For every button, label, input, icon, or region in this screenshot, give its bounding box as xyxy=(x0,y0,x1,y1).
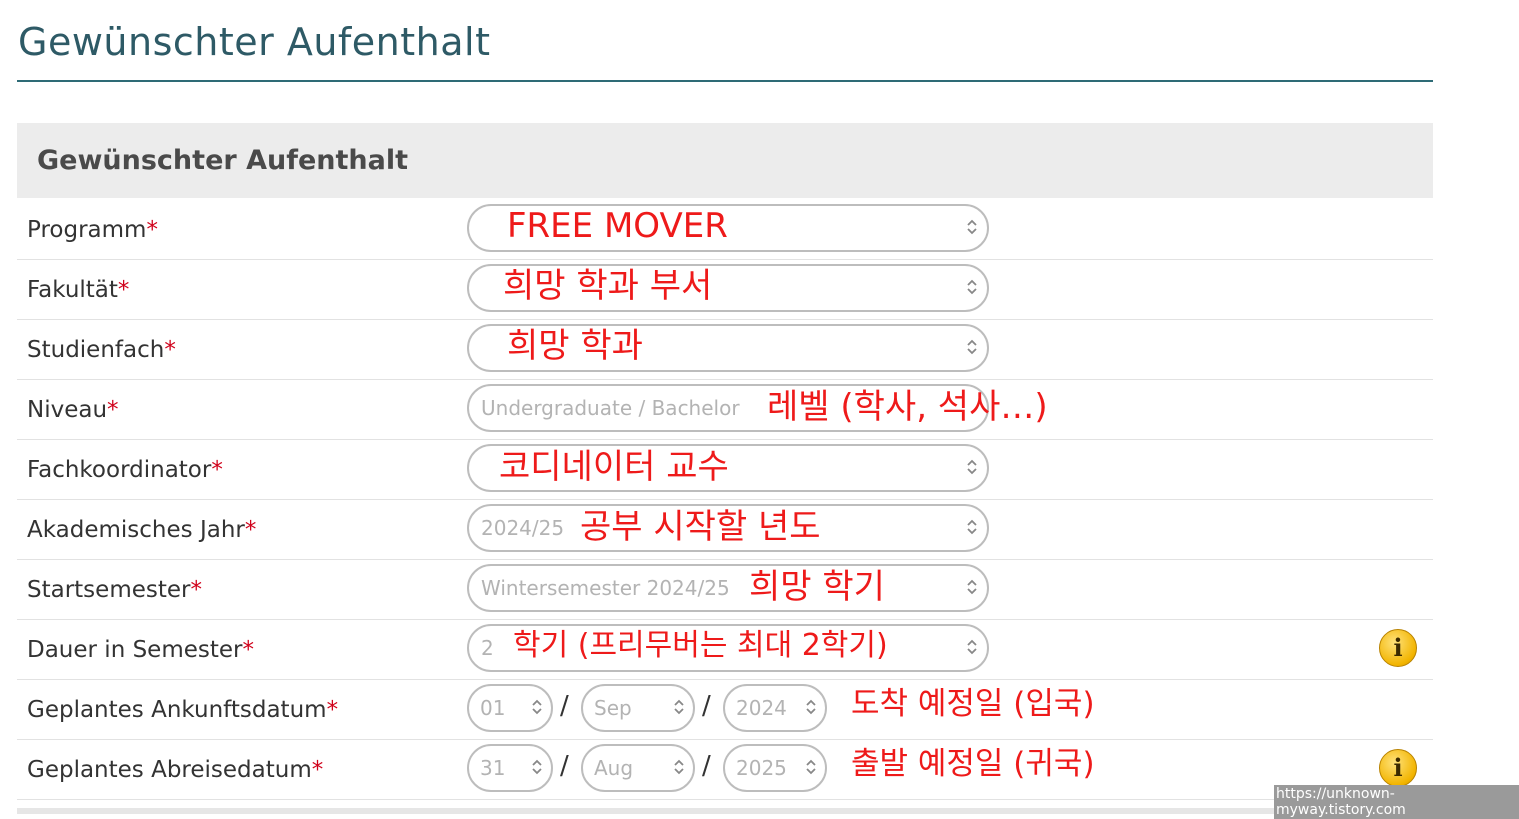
jahr-label: Akademisches Jahr* xyxy=(27,517,257,543)
annotation-abreise: 출발 예정일 (귀국) xyxy=(851,746,1095,782)
dauer-label: Dauer in Semester* xyxy=(27,637,254,663)
updown-chevron-icon xyxy=(967,279,977,295)
title-divider xyxy=(17,80,1433,82)
studienfach-label: Studienfach* xyxy=(27,337,176,363)
required-marker: * xyxy=(190,577,202,603)
updown-chevron-icon xyxy=(967,639,977,655)
section-footer xyxy=(17,808,1433,814)
annotation-studienfach: 희망 학과 xyxy=(507,326,643,366)
date-separator: / xyxy=(560,691,569,721)
date-separator: / xyxy=(702,751,711,781)
startsemester-value: Wintersemester 2024/25 xyxy=(481,576,730,600)
programm-label: Programm* xyxy=(27,217,158,243)
abreise-month-value: Aug xyxy=(594,756,634,780)
ankunft-month-select[interactable]: Sep xyxy=(581,684,695,732)
updown-chevron-icon xyxy=(967,579,977,595)
date-separator: / xyxy=(560,751,569,781)
required-marker: * xyxy=(244,517,257,543)
annotation-niveau: 레벨 (학사, 석사…) xyxy=(767,387,1048,427)
required-marker: * xyxy=(164,337,176,363)
required-marker: * xyxy=(107,397,119,423)
required-marker: * xyxy=(211,457,223,483)
annotation-programm: FREE MOVER xyxy=(507,206,728,246)
updown-chevron-icon xyxy=(806,699,816,715)
info-icon[interactable]: i xyxy=(1379,749,1417,787)
updown-chevron-icon xyxy=(806,759,816,775)
annotation-dauer: 학기 (프리무버는 최대 2학기) xyxy=(513,628,888,663)
abreise-month-select[interactable]: Aug xyxy=(581,744,695,792)
abreise-day-value: 31 xyxy=(480,756,506,780)
ankunft-day-select[interactable]: 01 xyxy=(467,684,553,732)
updown-chevron-icon xyxy=(967,219,977,235)
annotation-ankunft: 도착 예정일 (입국) xyxy=(851,686,1095,722)
niveau-label: Niveau* xyxy=(27,397,119,423)
ankunft-year-select[interactable]: 2024 xyxy=(723,684,827,732)
required-marker: * xyxy=(117,277,130,303)
updown-chevron-icon xyxy=(532,699,542,715)
abreise-year-select[interactable]: 2025 xyxy=(723,744,827,792)
ankunft-month-value: Sep xyxy=(594,696,632,720)
niveau-value: Undergraduate / Bachelor xyxy=(481,396,740,420)
required-marker: * xyxy=(242,637,255,663)
row-startsemester: Startsemester* Wintersemester 2024/25 희망… xyxy=(17,559,1433,620)
row-studienfach: Studienfach* 희망 학과 xyxy=(17,319,1433,380)
ankunft-year-value: 2024 xyxy=(736,696,787,720)
section-header: Gewünschter Aufenthalt xyxy=(17,123,1433,198)
annotation-jahr: 공부 시작할 년도 xyxy=(580,507,821,547)
updown-chevron-icon xyxy=(967,519,977,535)
startsemester-label: Startsemester* xyxy=(27,577,202,603)
section-title: Gewünschter Aufenthalt xyxy=(37,145,408,176)
abreise-year-value: 2025 xyxy=(736,756,787,780)
updown-chevron-icon xyxy=(674,759,684,775)
ankunft-day-value: 01 xyxy=(480,696,506,720)
fakultaet-label: Fakultät* xyxy=(27,277,130,303)
abreise-label: Geplantes Abreisedatum* xyxy=(27,757,324,783)
info-icon[interactable]: i xyxy=(1379,629,1417,667)
updown-chevron-icon xyxy=(967,459,977,475)
row-fakultaet: Fakultät* 희망 학과 부서 xyxy=(17,259,1433,320)
dauer-value: 2 xyxy=(481,636,494,660)
annotation-koordinator: 코디네이터 교수 xyxy=(499,447,729,487)
row-jahr: Akademisches Jahr* 2024/25 공부 시작할 년도 xyxy=(17,499,1433,560)
updown-chevron-icon xyxy=(532,759,542,775)
row-programm: Programm* FREE MOVER xyxy=(17,199,1433,260)
annotation-fakultaet: 희망 학과 부서 xyxy=(503,266,713,306)
updown-chevron-icon xyxy=(967,339,977,355)
required-marker: * xyxy=(146,217,158,243)
row-niveau: Niveau* Undergraduate / Bachelor 레벨 (학사,… xyxy=(17,379,1433,440)
ankunft-label: Geplantes Ankunftsdatum* xyxy=(27,697,339,723)
row-ankunft: Geplantes Ankunftsdatum* 01 / Sep / 2024… xyxy=(17,679,1433,740)
row-abreise: Geplantes Abreisedatum* 31 / Aug / 2025 … xyxy=(17,739,1433,800)
required-marker: * xyxy=(311,757,324,783)
koordinator-label: Fachkoordinator* xyxy=(27,457,223,483)
row-koordinator: Fachkoordinator* 코디네이터 교수 xyxy=(17,439,1433,500)
startsemester-select[interactable]: Wintersemester 2024/25 xyxy=(467,564,989,612)
jahr-value: 2024/25 xyxy=(481,516,565,540)
required-marker: * xyxy=(326,697,339,723)
row-dauer: Dauer in Semester* 2 학기 (프리무버는 최대 2학기) i xyxy=(17,619,1433,680)
page-title: Gewünschter Aufenthalt xyxy=(18,20,491,64)
date-separator: / xyxy=(702,691,711,721)
updown-chevron-icon xyxy=(674,699,684,715)
annotation-startsemester: 희망 학기 xyxy=(749,567,885,607)
abreise-day-select[interactable]: 31 xyxy=(467,744,553,792)
